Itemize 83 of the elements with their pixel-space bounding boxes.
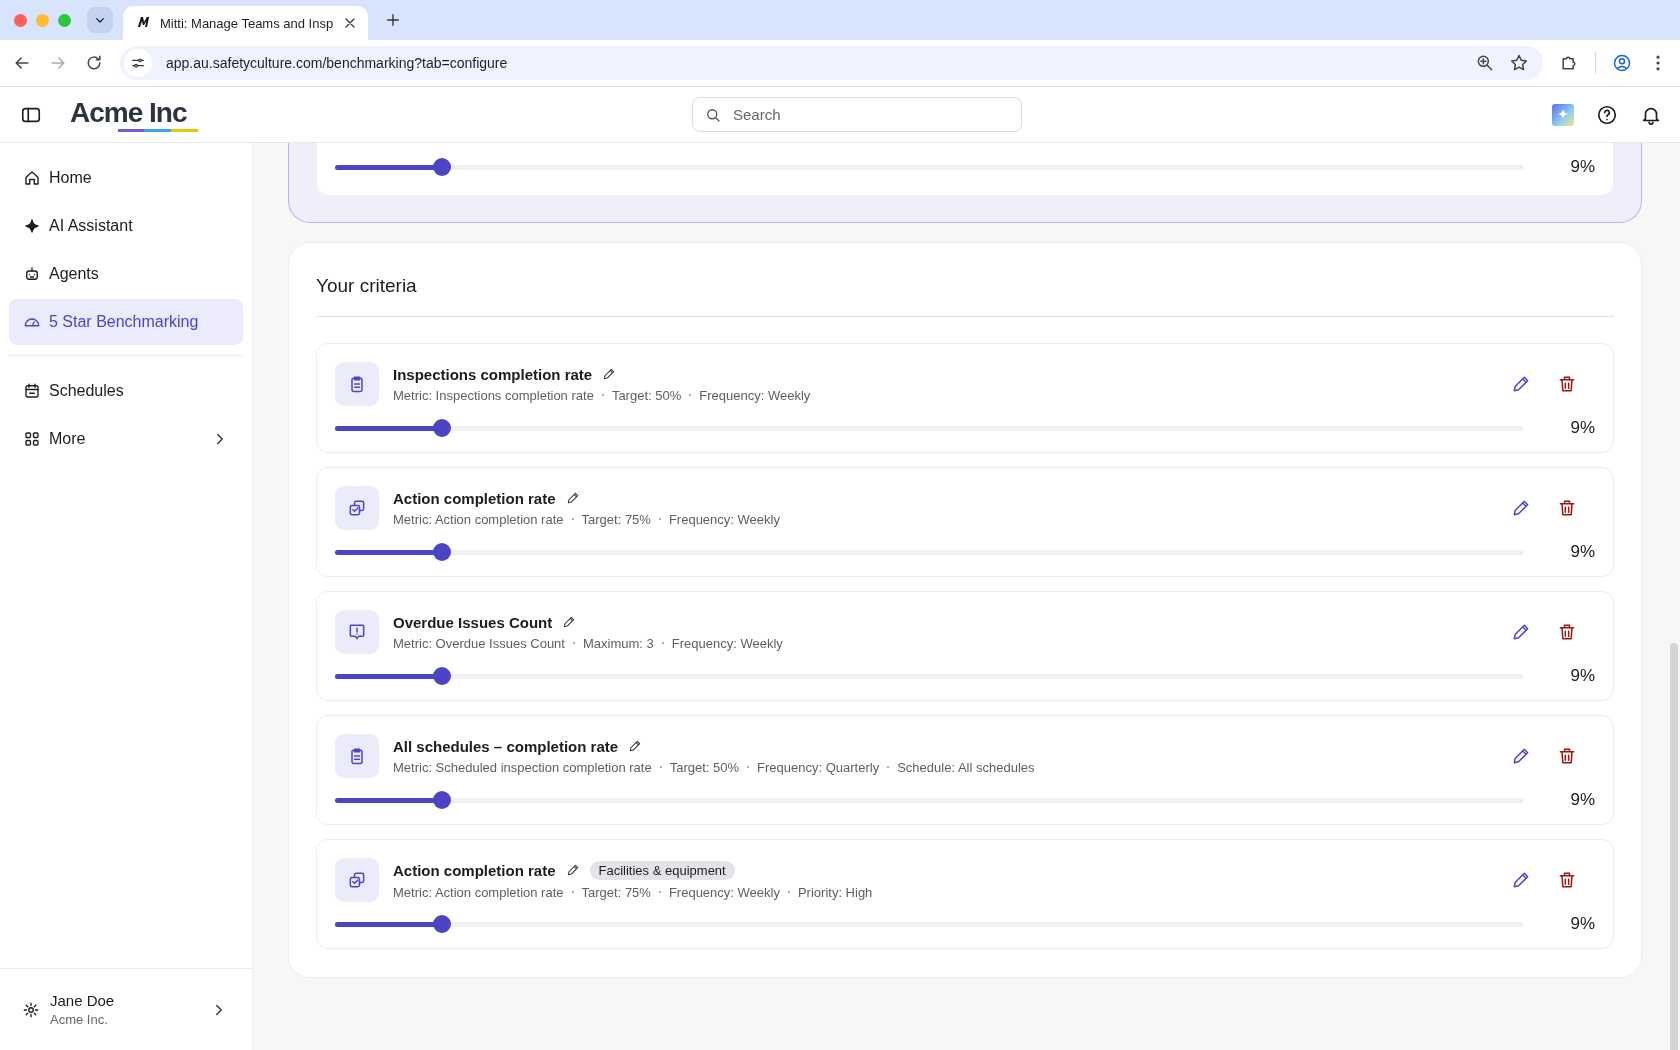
pencil-icon[interactable] bbox=[562, 615, 577, 629]
criterion-detail: Target: 75% bbox=[581, 884, 651, 900]
edit-icon[interactable] bbox=[1511, 746, 1531, 766]
percent-value: 9% bbox=[1569, 666, 1595, 686]
edit-icon[interactable] bbox=[1511, 870, 1531, 890]
site-settings-icon[interactable] bbox=[124, 49, 152, 77]
sidebar-item[interactable]: Home bbox=[9, 155, 243, 201]
pencil-icon[interactable] bbox=[628, 739, 643, 753]
percent-value: 9% bbox=[1569, 914, 1595, 934]
criterion-title: All schedules – completion rate bbox=[393, 737, 619, 755]
checked-copy-icon bbox=[335, 486, 379, 530]
url-text: app.au.safetyculture.com/benchmarking?tab=configure bbox=[166, 55, 508, 71]
percent-value: 9% bbox=[1569, 790, 1595, 810]
help-icon[interactable] bbox=[1596, 103, 1618, 126]
sidebar-item[interactable]: Agents bbox=[9, 251, 243, 297]
criterion-title: Overdue Issues Count bbox=[393, 613, 553, 631]
edit-icon[interactable] bbox=[1511, 622, 1531, 642]
user-menu[interactable]: Jane Doe Acme Inc. bbox=[0, 968, 252, 1050]
sparkle-icon bbox=[23, 217, 41, 235]
criterion-detail: Metric: Action completion rate bbox=[393, 511, 564, 527]
criterion-title: Action completion rate bbox=[393, 861, 556, 879]
criterion-detail: Target: 50% bbox=[611, 387, 682, 403]
category-tag: Facilities & equipment bbox=[589, 860, 735, 880]
pencil-icon[interactable] bbox=[565, 863, 580, 877]
clipboard-icon bbox=[335, 734, 379, 778]
slider-handle[interactable] bbox=[432, 915, 451, 933]
criterion-title: Action completion rate bbox=[393, 489, 556, 507]
sidebar-item[interactable]: AI Assistant bbox=[9, 203, 243, 249]
delete-icon[interactable] bbox=[1557, 374, 1577, 394]
home-icon bbox=[23, 169, 41, 187]
criterion-detail: Metric: Inspections completion rate bbox=[393, 387, 594, 403]
criterion-detail: Frequency: Weekly bbox=[699, 387, 811, 403]
criterion-title: Inspections completion rate bbox=[393, 365, 593, 383]
pencil-icon[interactable] bbox=[602, 367, 617, 381]
clipboard-icon bbox=[335, 362, 379, 406]
sidebar-item[interactable]: 5 Star Benchmarking bbox=[9, 299, 243, 345]
alert-message-icon bbox=[335, 610, 379, 654]
percent-value: 9% bbox=[1569, 418, 1595, 438]
percent-value: 9% bbox=[1569, 157, 1595, 177]
criterion-detail: Metric: Overdue Issues Count bbox=[393, 635, 565, 651]
delete-icon[interactable] bbox=[1557, 870, 1577, 890]
criterion-detail: Frequency: Weekly bbox=[668, 884, 780, 900]
criterion-detail: Target: 75% bbox=[581, 511, 651, 527]
criterion-detail: Metric: Scheduled inspection completion rate bbox=[393, 759, 652, 775]
ai-sparkle-icon[interactable] bbox=[1552, 103, 1574, 126]
delete-icon[interactable] bbox=[1557, 746, 1577, 766]
percent-value: 9% bbox=[1569, 542, 1595, 562]
checked-copy-icon bbox=[335, 858, 379, 902]
criterion-detail: Maximum: 3 bbox=[582, 635, 654, 651]
grid-icon bbox=[23, 430, 41, 448]
delete-icon[interactable] bbox=[1557, 498, 1577, 518]
criterion-detail: Priority: High bbox=[797, 884, 873, 900]
browser-tab[interactable]: Mitti: Manage Teams and Insp bbox=[123, 6, 369, 40]
pencil-icon[interactable] bbox=[565, 491, 580, 505]
edit-icon[interactable] bbox=[1511, 498, 1531, 518]
criterion-detail: Metric: Action completion rate bbox=[393, 884, 564, 900]
criterion-detail: Frequency: Quarterly bbox=[757, 759, 880, 775]
scrollbar[interactable] bbox=[1670, 643, 1678, 1050]
sidebar-item[interactable]: Schedules bbox=[9, 368, 243, 414]
zoom-icon[interactable] bbox=[1475, 53, 1495, 73]
delete-icon[interactable] bbox=[1557, 622, 1577, 642]
robot-icon bbox=[23, 265, 41, 283]
tab-title: Mitti: Manage Teams and Insp bbox=[160, 15, 334, 31]
criterion-detail: Schedule: All schedules bbox=[897, 759, 1035, 775]
bookmark-star-icon[interactable] bbox=[1509, 53, 1529, 73]
slider-handle[interactable] bbox=[432, 419, 451, 437]
section-title: Your criteria bbox=[316, 275, 418, 297]
calendar-icon bbox=[23, 382, 41, 400]
slider-handle[interactable] bbox=[432, 791, 451, 809]
profile-icon[interactable] bbox=[1612, 53, 1632, 73]
criterion-detail: Target: 50% bbox=[669, 759, 740, 775]
address-bar[interactable]: app.au.safetyculture.com/benchmarking?tab=configure bbox=[120, 46, 1543, 80]
edit-icon[interactable] bbox=[1511, 374, 1531, 394]
slider-handle[interactable] bbox=[432, 667, 451, 685]
criterion-detail: Frequency: Weekly bbox=[671, 635, 783, 651]
search-field[interactable]: Search bbox=[692, 97, 1022, 132]
tab-list-button[interactable] bbox=[87, 7, 113, 33]
settings-icon bbox=[22, 1000, 40, 1019]
logo[interactable]: Acme Inc bbox=[70, 97, 198, 132]
criterion-detail: Frequency: Weekly bbox=[668, 511, 780, 527]
slider-handle[interactable] bbox=[432, 543, 451, 561]
sidebar-item[interactable]: More bbox=[9, 416, 243, 462]
slider-handle[interactable] bbox=[432, 158, 451, 176]
